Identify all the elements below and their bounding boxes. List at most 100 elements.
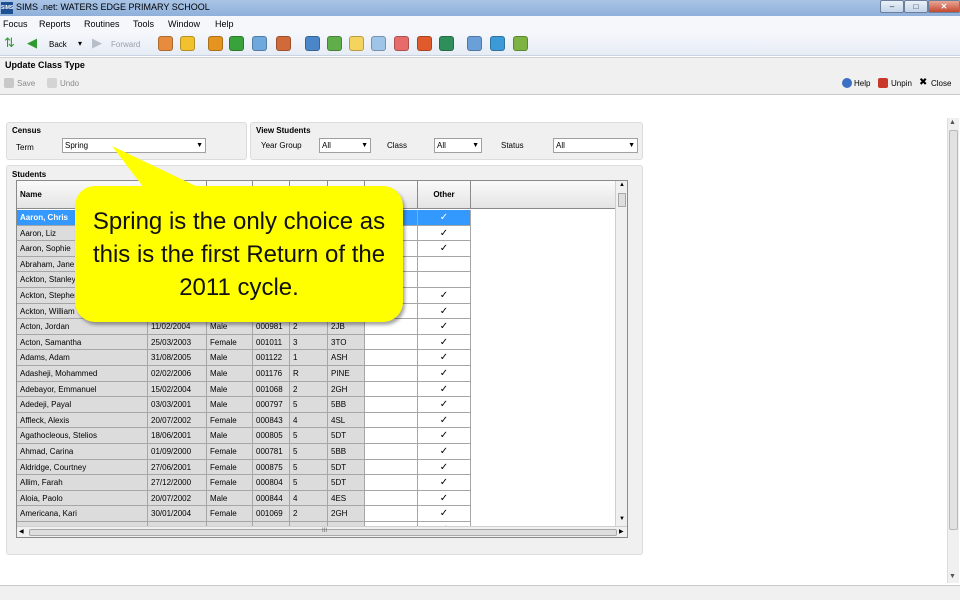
- profile-icon[interactable]: [276, 36, 291, 51]
- notes-icon[interactable]: [349, 36, 364, 51]
- menu-bar: Focus Reports Routines Tools Window Help: [0, 16, 960, 31]
- table-cell: 3: [290, 334, 328, 351]
- book-icon[interactable]: [208, 36, 223, 51]
- undo-button: Undo: [60, 79, 80, 88]
- table-row[interactable]: Adebayor, Emmanuel 15/02/2004 Male 001068 2 2…: [17, 381, 471, 398]
- other-tick-cell[interactable]: ✓: [418, 412, 471, 429]
- table-row[interactable]: Agathocleous, Stelios 18/06/2001 Male 00080…: [17, 428, 471, 444]
- other-tick-cell[interactable]: ✓: [418, 397, 471, 413]
- menu-help[interactable]: Help: [215, 19, 234, 29]
- menu-window[interactable]: Window: [168, 19, 200, 29]
- other-tick-cell[interactable]: ✓: [418, 334, 471, 351]
- other-tick-cell[interactable]: ✓: [418, 350, 471, 366]
- menu-tools[interactable]: Tools: [133, 19, 154, 29]
- table-row[interactable]: Ahmad, Carina 01/09/2000 Female 000781 5 5BB ✓: [17, 444, 471, 460]
- other-tick-cell[interactable]: ✓: [418, 319, 471, 335]
- card-icon[interactable]: [252, 36, 267, 51]
- folder-icon[interactable]: [513, 36, 528, 51]
- scroll-left-icon[interactable]: ◀: [19, 528, 24, 535]
- unpin-button[interactable]: Unpin: [891, 79, 912, 88]
- table-cell: 1: [290, 350, 328, 366]
- menu-reports[interactable]: Reports: [39, 19, 71, 29]
- table-row[interactable]: Adasheji, Mohammed 02/02/2006 Male 001176 R P…: [17, 366, 471, 382]
- table-row[interactable]: Americana, Kari 30/01/2004 Female 001069 2 2G…: [17, 506, 471, 522]
- other-tick-cell[interactable]: [418, 256, 471, 273]
- help-button[interactable]: Help: [854, 79, 870, 88]
- globe-icon[interactable]: [490, 36, 505, 51]
- scroll-up-icon[interactable]: ▲: [949, 119, 956, 126]
- edit-icon[interactable]: [371, 36, 386, 51]
- other-tick-cell[interactable]: ✓: [418, 210, 471, 226]
- person-icon[interactable]: [180, 36, 195, 51]
- other-tick-cell[interactable]: ✓: [418, 459, 471, 476]
- table-row[interactable]: Allim, Farah 27/12/2000 Female 000804 5 5DT ✓: [17, 475, 471, 491]
- table-row[interactable]: Adams, Adam 31/08/2005 Male 001122 1 ASH ✓: [17, 350, 471, 366]
- form-vertical-scrollbar[interactable]: ▲ ▼: [947, 118, 959, 583]
- form-header: Update Class Type Save Undo Help Unpin ✖…: [0, 57, 960, 95]
- table-cell: Male: [207, 397, 253, 413]
- chevron-down-icon[interactable]: ▼: [628, 139, 635, 152]
- other-tick-cell[interactable]: [418, 272, 471, 288]
- table-row[interactable]: Aloia, Paolo 20/07/2002 Male 000844 4 4ES ✓: [17, 490, 471, 507]
- unpin-icon[interactable]: [878, 78, 888, 88]
- scroll-down-icon[interactable]: ▼: [949, 573, 956, 580]
- menu-routines[interactable]: Routines: [84, 19, 120, 29]
- term-select[interactable]: Spring ▼: [62, 138, 206, 153]
- chevron-down-icon[interactable]: ▼: [472, 139, 479, 152]
- refresh-icon[interactable]: ⇅: [4, 35, 15, 51]
- flag-icon[interactable]: [229, 36, 244, 51]
- class-select[interactable]: All ▼: [434, 138, 482, 153]
- table-cell: Acton, Samantha: [17, 334, 148, 351]
- chevron-down-icon[interactable]: ▼: [196, 139, 203, 152]
- maximize-icon[interactable]: □: [904, 0, 928, 13]
- table-row[interactable]: Aldridge, Courtney 27/06/2001 Female 000875…: [17, 459, 471, 476]
- close-form-icon[interactable]: ✖: [919, 77, 927, 88]
- back-dropdown-icon[interactable]: ▾: [78, 39, 82, 48]
- other-tick-cell[interactable]: ✓: [418, 225, 471, 242]
- other-tick-cell[interactable]: ✓: [418, 428, 471, 444]
- other-tick-cell[interactable]: ✓: [418, 366, 471, 382]
- column-header[interactable]: Other: [418, 181, 471, 209]
- table-row[interactable]: Adedeji, Payal 03/03/2001 Male 000797 5 5BB ✓: [17, 397, 471, 413]
- grid-scroll-thumb[interactable]: [618, 193, 626, 207]
- callout-text: Spring is the only choice as this is the…: [92, 207, 386, 301]
- other-tick-cell[interactable]: ✓: [418, 490, 471, 507]
- table-row[interactable]: Acton, Samantha 25/03/2003 Female 001011 3 3T…: [17, 334, 471, 351]
- grid-horizontal-scrollbar[interactable]: ◀ III ▶: [17, 526, 627, 537]
- title-bar: SIMS SIMS .net: WATERS EDGE PRIMARY SCHO…: [0, 0, 960, 16]
- help-icon[interactable]: [842, 78, 852, 88]
- clock-icon[interactable]: [417, 36, 432, 51]
- other-tick-cell[interactable]: ✓: [418, 475, 471, 491]
- chart-icon[interactable]: [305, 36, 320, 51]
- back-button[interactable]: Back: [49, 40, 67, 49]
- people-icon[interactable]: [158, 36, 173, 51]
- student-icon[interactable]: [394, 36, 409, 51]
- map-icon[interactable]: [439, 36, 454, 51]
- scroll-down-icon[interactable]: ▼: [619, 516, 625, 522]
- table-row[interactable]: Affleck, Alexis 20/07/2002 Female 000843 4 4S…: [17, 412, 471, 429]
- chevron-down-icon[interactable]: ▼: [361, 139, 368, 152]
- year-group-select[interactable]: All ▼: [319, 138, 371, 153]
- scroll-thumb[interactable]: [949, 130, 958, 530]
- status-select[interactable]: All ▼: [553, 138, 638, 153]
- table-cell: [365, 381, 418, 398]
- scroll-up-icon[interactable]: ▲: [619, 182, 625, 188]
- grid-vertical-scrollbar[interactable]: ▲ ▼: [615, 181, 627, 526]
- minimize-icon[interactable]: –: [880, 0, 904, 13]
- other-tick-cell[interactable]: ✓: [418, 381, 471, 398]
- grid-hscroll-thumb[interactable]: III: [29, 528, 617, 536]
- close-form-button[interactable]: Close: [931, 79, 951, 88]
- close-icon[interactable]: ✕: [928, 0, 960, 13]
- other-tick-cell[interactable]: ✓: [418, 444, 471, 460]
- back-arrow-icon[interactable]: ◀: [27, 35, 37, 51]
- table-cell: Male: [207, 428, 253, 444]
- table-cell: [365, 412, 418, 429]
- scroll-right-icon[interactable]: ▶: [619, 528, 624, 535]
- other-tick-cell[interactable]: ✓: [418, 241, 471, 257]
- copy-icon[interactable]: [467, 36, 482, 51]
- menu-focus[interactable]: Focus: [3, 19, 28, 29]
- other-tick-cell[interactable]: ✓: [418, 506, 471, 522]
- ledger-icon[interactable]: [327, 36, 342, 51]
- other-tick-cell[interactable]: ✓: [418, 303, 471, 320]
- other-tick-cell[interactable]: ✓: [418, 288, 471, 304]
